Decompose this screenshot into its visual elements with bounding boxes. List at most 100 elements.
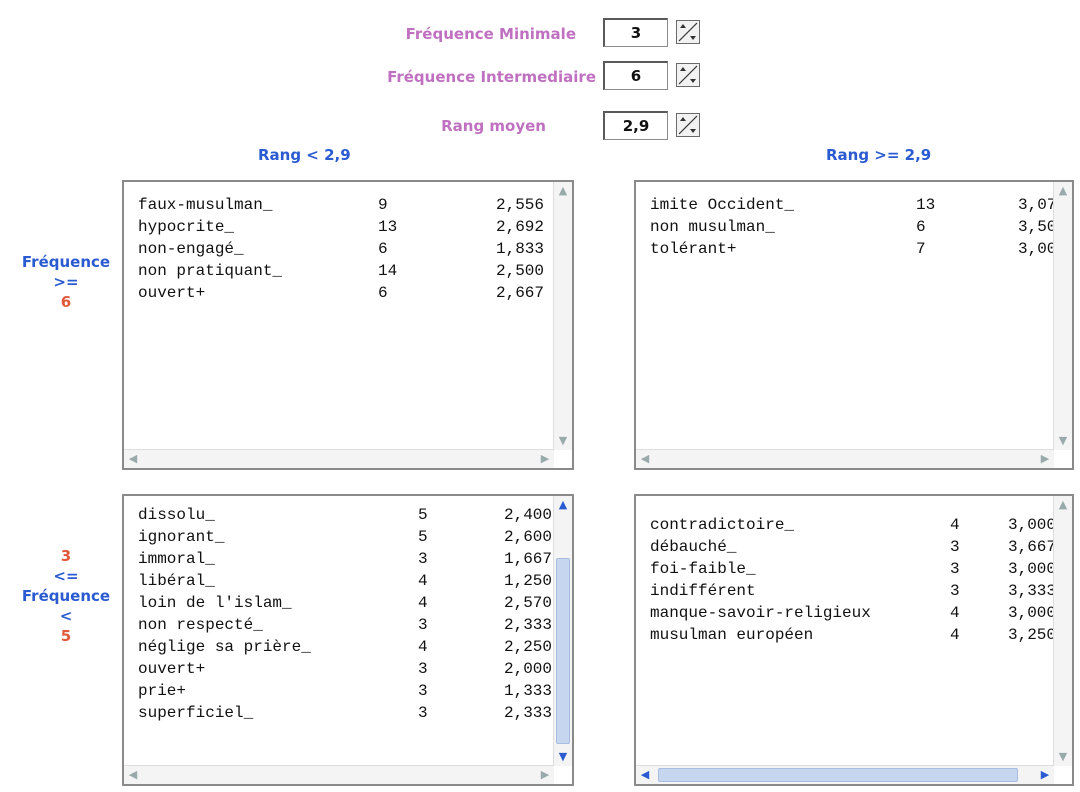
scroll-left-icon[interactable]: ◀ xyxy=(636,450,654,468)
freq-min-value[interactable]: 3 xyxy=(603,17,668,47)
item-frequency: 3 xyxy=(950,582,960,600)
item-frequency: 3 xyxy=(418,704,428,722)
item-frequency: 6 xyxy=(916,218,926,236)
row-label-bottom-line2: <= xyxy=(53,567,79,585)
freq-min-stepper-icon[interactable] xyxy=(676,20,700,44)
item-frequency: 3 xyxy=(418,660,428,678)
scroll-left-icon[interactable]: ◀ xyxy=(124,450,142,468)
item-frequency: 13 xyxy=(916,196,936,214)
scroll-down-icon[interactable]: ▼ xyxy=(1054,748,1072,766)
row-label-bottom-line4: < xyxy=(59,607,73,625)
scroll-up-icon[interactable]: ▲ xyxy=(1054,496,1072,514)
rang-moyen-value[interactable]: 2,9 xyxy=(603,110,668,140)
scroll-down-icon[interactable]: ▼ xyxy=(554,432,572,450)
item-word: faux-musulman_ xyxy=(138,196,273,214)
scroll-up-icon[interactable]: ▲ xyxy=(554,496,572,514)
item-rank: 1,333 xyxy=(503,682,552,700)
freq-inter-stepper-icon[interactable] xyxy=(676,63,700,87)
item-rank: 2,692 xyxy=(495,218,544,236)
listbox-bottom-right[interactable]: contradictoire_ 4 3,000 débauché_ 3 3,667 foi-… xyxy=(634,494,1074,786)
item-rank: 2,600 xyxy=(503,528,552,546)
item-word: non-engagé_ xyxy=(138,240,244,258)
horizontal-scrollbar[interactable]: ◀ ▶ xyxy=(124,449,554,468)
item-rank: 3,000 xyxy=(1007,516,1056,534)
item-word: imite Occident_ xyxy=(650,196,795,214)
item-word: hypocrite_ xyxy=(138,218,235,236)
listbox-top-left[interactable]: faux-musulman_ 9 2,556 hypocrite_ 13 2,692 non… xyxy=(122,180,574,470)
scroll-thumb[interactable] xyxy=(658,768,1018,782)
item-frequency: 7 xyxy=(916,240,926,258)
scroll-right-icon[interactable]: ▶ xyxy=(536,450,554,468)
row-label-top-line2: >= xyxy=(53,273,79,291)
item-word: non pratiquant_ xyxy=(138,262,283,280)
vertical-scrollbar[interactable]: ▲ ▼ xyxy=(553,496,572,766)
scroll-up-icon[interactable]: ▲ xyxy=(554,182,572,200)
listbox-top-right[interactable]: imite Occident_ 13 3,077 non musulman_ 6 3,50… xyxy=(634,180,1074,470)
scroll-right-icon[interactable]: ▶ xyxy=(536,766,554,784)
rang-moyen-stepper-icon[interactable] xyxy=(676,113,700,137)
item-word: non musulman_ xyxy=(650,218,775,236)
freq-min-label: Fréquence Minimale xyxy=(405,25,576,43)
scroll-left-icon[interactable]: ◀ xyxy=(124,766,142,784)
item-word: débauché_ xyxy=(650,538,737,556)
item-word: musulman européen xyxy=(650,626,814,644)
item-word: non respecté_ xyxy=(138,616,263,634)
item-frequency: 5 xyxy=(418,528,428,546)
item-word: superficiel_ xyxy=(138,704,254,722)
item-rank: 3,000 xyxy=(1007,604,1056,622)
vertical-scrollbar[interactable]: ▲ ▼ xyxy=(1053,182,1072,450)
item-frequency: 4 xyxy=(418,638,428,656)
item-word: prie+ xyxy=(138,682,187,700)
vertical-scrollbar[interactable]: ▲ ▼ xyxy=(553,182,572,450)
item-rank: 3,250 xyxy=(1007,626,1056,644)
item-frequency: 4 xyxy=(950,516,960,534)
item-frequency: 3 xyxy=(418,616,428,634)
horizontal-scrollbar[interactable]: ◀ ▶ xyxy=(636,765,1054,784)
item-rank: 2,250 xyxy=(503,638,552,656)
item-rank: 2,570 xyxy=(503,594,552,612)
scroll-left-icon[interactable]: ◀ xyxy=(636,766,654,784)
horizontal-scrollbar[interactable]: ◀ ▶ xyxy=(124,765,554,784)
item-frequency: 6 xyxy=(378,240,388,258)
horizontal-scrollbar[interactable]: ◀ ▶ xyxy=(636,449,1054,468)
item-rank: 2,500 xyxy=(495,262,544,280)
row-label-bottom-line3: Fréquence xyxy=(21,587,111,605)
item-frequency: 4 xyxy=(950,604,960,622)
freq-inter-spinner[interactable]: 6 xyxy=(603,60,700,90)
scroll-down-icon[interactable]: ▼ xyxy=(1054,432,1072,450)
vertical-scrollbar[interactable]: ▲ ▼ xyxy=(1053,496,1072,766)
item-word: contradictoire_ xyxy=(650,516,795,534)
item-rank: 2,400 xyxy=(503,506,552,524)
scroll-down-icon[interactable]: ▼ xyxy=(554,748,572,766)
item-frequency: 6 xyxy=(378,284,388,302)
scroll-right-icon[interactable]: ▶ xyxy=(1036,450,1054,468)
scroll-up-icon[interactable]: ▲ xyxy=(1054,182,1072,200)
row-label-bottom-line1: 3 xyxy=(60,547,72,565)
scroll-thumb[interactable] xyxy=(556,558,570,744)
item-rank: 3,667 xyxy=(1007,538,1056,556)
stepper-arrows-icon xyxy=(678,65,698,85)
item-frequency: 13 xyxy=(378,218,398,236)
item-rank: 1,833 xyxy=(495,240,544,258)
item-word: néglige sa prière_ xyxy=(138,638,311,656)
column-header-right: Rang >= 2,9 xyxy=(826,146,932,164)
item-rank: 1,667 xyxy=(503,550,552,568)
item-rank: 3,333 xyxy=(1007,582,1056,600)
row-label-bottom-line5: 5 xyxy=(60,627,72,645)
item-word: ouvert+ xyxy=(138,284,206,302)
item-word: immoral_ xyxy=(138,550,215,568)
item-rank: 1,250 xyxy=(503,572,552,590)
item-frequency: 5 xyxy=(418,506,428,524)
scroll-right-icon[interactable]: ▶ xyxy=(1036,766,1054,784)
stepper-arrows-icon xyxy=(678,115,698,135)
rang-moyen-spinner[interactable]: 2,9 xyxy=(603,110,700,140)
item-word: dissolu_ xyxy=(138,506,215,524)
item-rank: 2,333 xyxy=(503,704,552,722)
item-word: libéral_ xyxy=(138,572,215,590)
item-word: indifférent xyxy=(650,582,756,600)
freq-inter-label: Fréquence Intermediaire xyxy=(387,68,596,86)
freq-inter-value[interactable]: 6 xyxy=(603,60,668,90)
freq-min-spinner[interactable]: 3 xyxy=(603,17,700,47)
item-word: ignorant_ xyxy=(138,528,225,546)
listbox-bottom-left[interactable]: dissolu_ 5 2,400 ignorant_ 5 2,600 immoral_ 3 1,… xyxy=(122,494,574,786)
